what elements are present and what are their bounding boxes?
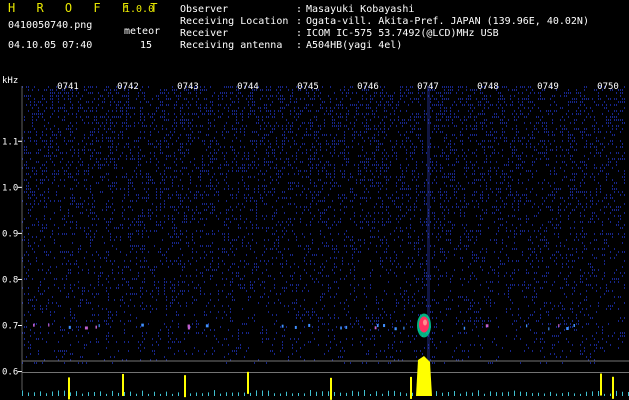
background-echo	[187, 324, 190, 328]
time-label: 0746	[357, 82, 379, 92]
background-echo	[394, 327, 397, 331]
time-label: 0744	[237, 82, 259, 92]
background-echo	[205, 324, 209, 328]
meteor-echo-peak	[423, 319, 427, 326]
background-echo	[374, 326, 377, 330]
background-echo	[403, 326, 405, 330]
background-echo	[98, 324, 100, 328]
observer-label: Observer	[180, 4, 229, 15]
spectrogram: kHz0741 0742 0743 0744 0745 0746 0747 0748 0749 0…	[0, 72, 629, 400]
background-echo	[294, 325, 297, 329]
antenna-colon: :	[296, 40, 303, 51]
background-echo	[526, 324, 528, 328]
meteor-streak	[427, 86, 430, 390]
background-echo	[340, 326, 342, 330]
amplitude-spike	[68, 377, 70, 400]
observer-value: Masayuki Kobayashi	[306, 4, 415, 15]
amplitude-spike	[410, 376, 412, 399]
background-echo	[48, 323, 50, 327]
time-label: 0743	[177, 82, 199, 92]
location-label: Receiving Location	[180, 16, 289, 27]
time-label: 0750	[597, 82, 619, 92]
time-label: 0745	[297, 82, 319, 92]
background-echo	[84, 326, 88, 330]
time-label: 0749	[537, 82, 559, 92]
freq-label: 1.0	[2, 183, 18, 193]
amplitude-spike	[612, 376, 614, 399]
background-echo	[548, 327, 550, 331]
background-echo	[141, 323, 144, 327]
app-version: 1.0.0	[124, 4, 155, 15]
freq-label: 0.7	[2, 322, 18, 332]
background-echo	[558, 324, 560, 328]
time-label: 0741	[57, 82, 79, 92]
amplitude-spike	[184, 375, 186, 398]
antenna-value: A504HB(yagi 4el)	[306, 40, 403, 51]
background-echo	[566, 327, 569, 331]
location-value: Ogata-vill. Akita-Pref. JAPAN (139.96E, …	[306, 16, 589, 27]
background-echo	[573, 323, 576, 327]
spectrogram-panel: kHz 0741 0742 0743 0744 0745 0746 0747 0748 0749 0…	[0, 72, 629, 400]
amplitude-spike	[600, 373, 602, 396]
meteor-count: 15	[140, 40, 153, 51]
time-label: 0748	[477, 82, 499, 92]
antenna-label: Receiving antenna	[180, 40, 283, 51]
time-label: 0742	[117, 82, 139, 92]
noise-layer	[0, 72, 629, 400]
file-name: 0410050740.png	[8, 20, 93, 31]
receiver-label: Receiver	[180, 28, 229, 39]
file-datetime: 04.10.05 07:40	[8, 40, 93, 51]
observer-colon: :	[296, 4, 303, 15]
header-panel: H R O F F T 1.0.0 0410050740.png 04.10.0…	[0, 0, 629, 72]
background-echo	[308, 323, 311, 327]
amplitude-spike	[247, 371, 249, 394]
amplitude-spike	[122, 373, 124, 396]
background-echo	[33, 323, 35, 327]
background-echo	[485, 324, 489, 328]
background-echo	[281, 324, 284, 328]
freq-label: 0.8	[2, 275, 18, 285]
freq-label: 1.1	[2, 137, 18, 147]
meteor-label: meteor	[124, 26, 161, 37]
background-echo	[463, 326, 466, 330]
receiver-value: ICOM IC-575 53.7492(@LCD)MHz USB	[306, 28, 499, 39]
freq-label: 0.9	[2, 229, 18, 239]
meteor-amplitude-burst	[416, 356, 432, 396]
background-echo	[345, 325, 348, 329]
background-echo	[95, 325, 97, 329]
background-echo	[376, 324, 379, 328]
background-echo	[383, 324, 386, 328]
freq-label: 0.6	[2, 368, 18, 378]
y-axis-unit: kHz	[2, 76, 18, 86]
receiver-colon: :	[296, 28, 303, 39]
location-colon: :	[296, 16, 303, 27]
amplitude-spike	[330, 377, 332, 400]
background-echo	[68, 325, 71, 329]
